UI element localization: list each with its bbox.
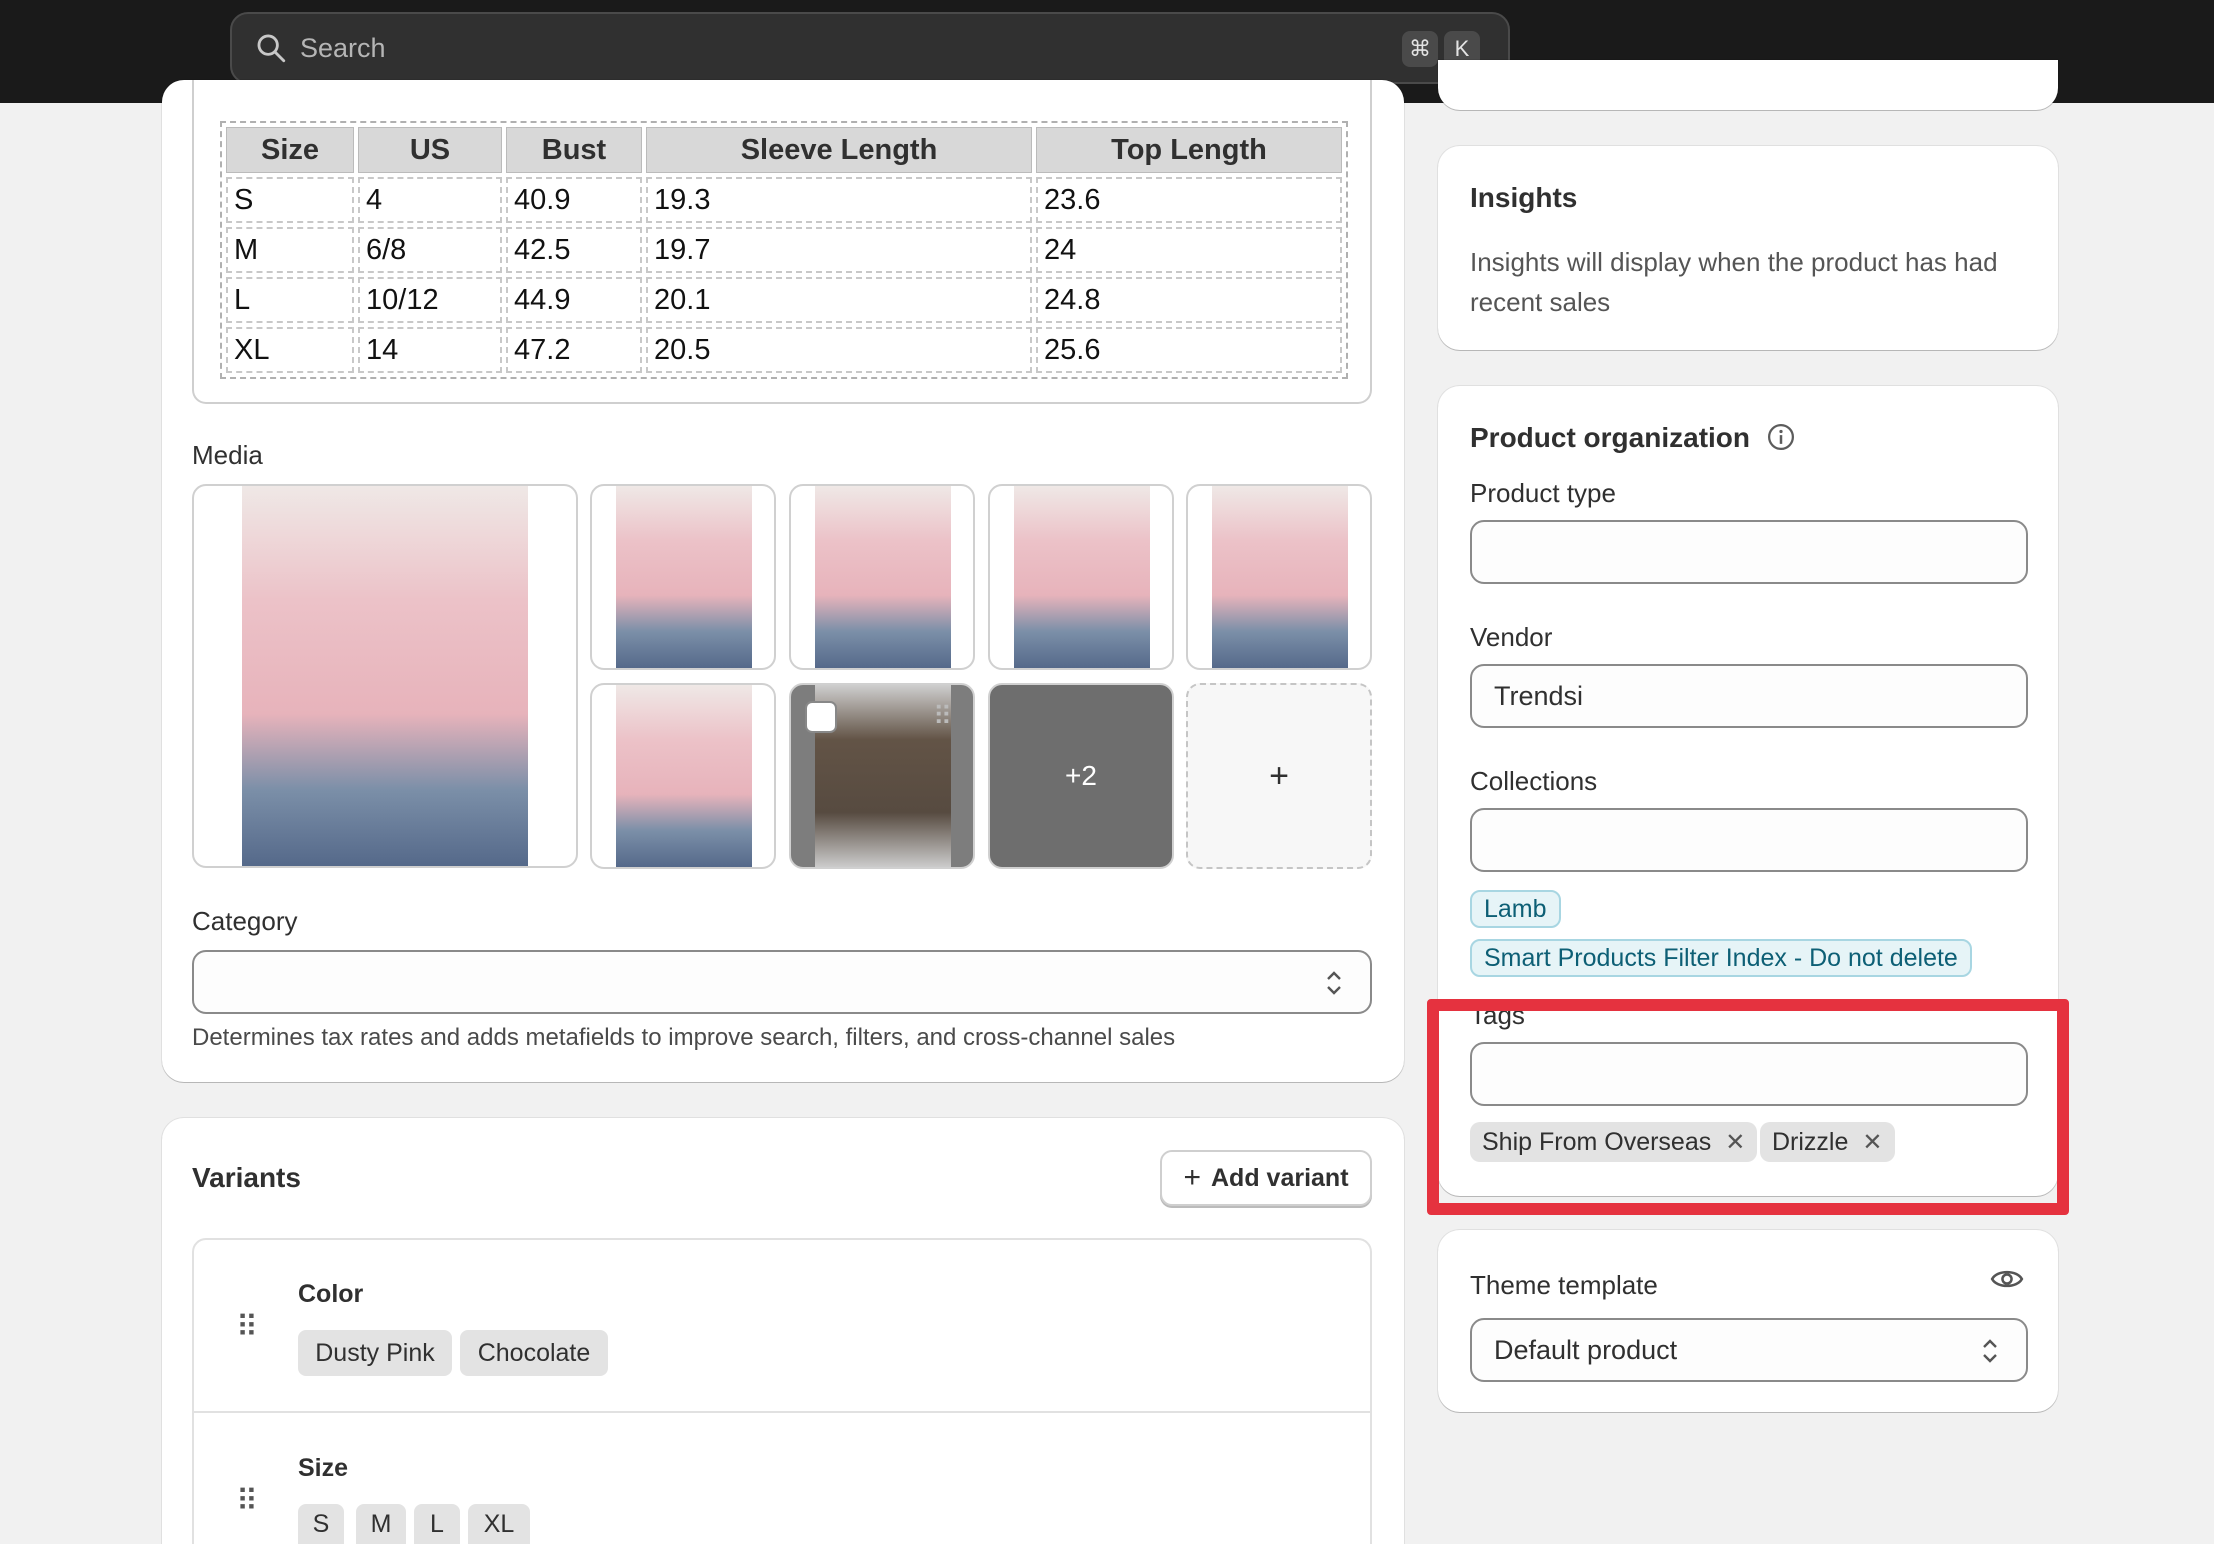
size-chart-cell: 19.7 <box>646 227 1032 273</box>
size-chart-table: Size US Bust Sleeve Length Top Length S … <box>220 121 1348 379</box>
product-photo <box>1014 486 1150 668</box>
search-bar[interactable]: Search ⌘ K <box>230 12 1510 84</box>
option-value-chip: S <box>298 1504 344 1544</box>
size-chart-cell: S <box>226 177 354 223</box>
theme-template-label: Theme template <box>1470 1270 1658 1300</box>
add-media-icon: + <box>1269 756 1289 795</box>
size-chart-cell: 24.8 <box>1036 277 1342 323</box>
size-chart-row: L 10/12 44.9 20.1 24.8 <box>226 277 1342 323</box>
size-chart-header-row: Size US Bust Sleeve Length Top Length <box>226 127 1342 173</box>
size-chart-cell: XL <box>226 327 354 373</box>
search-placeholder: Search <box>300 32 386 63</box>
size-chart-cell: 10/12 <box>358 277 502 323</box>
option-value-chip: XL <box>468 1504 530 1544</box>
option-value-chip: Chocolate <box>460 1330 608 1376</box>
command-key-hint: ⌘ <box>1402 31 1438 67</box>
size-chart-cell: 23.6 <box>1036 177 1342 223</box>
media-main-image[interactable] <box>192 484 578 868</box>
size-chart-cell: 44.9 <box>506 277 642 323</box>
size-chart-cell: 25.6 <box>1036 327 1342 373</box>
category-help-text: Determines tax rates and adds metafields… <box>192 1024 1176 1051</box>
size-chart-header: Sleeve Length <box>646 127 1032 173</box>
option-value-chip: Dusty Pink <box>298 1330 452 1376</box>
insights-title: Insights <box>1470 182 1578 213</box>
collections-input[interactable] <box>1470 808 2028 872</box>
vendor-value: Trendsi <box>1494 680 1584 711</box>
option-name: Color <box>298 1280 364 1308</box>
select-chevron-icon <box>1327 971 1341 995</box>
size-chart-header: US <box>358 127 502 173</box>
select-chevron-icon <box>1983 1339 1997 1363</box>
vendor-input[interactable]: Trendsi <box>1470 664 2028 728</box>
size-chart-cell: 40.9 <box>506 177 642 223</box>
theme-template-value: Default product <box>1494 1334 1678 1365</box>
theme-template-select[interactable]: Default product <box>1470 1318 2028 1382</box>
product-photo <box>815 486 951 668</box>
size-chart-cell: 20.1 <box>646 277 1032 323</box>
size-chart-cell: 14 <box>358 327 502 373</box>
media-more-thumbnail[interactable]: +2 <box>988 683 1174 869</box>
size-chart-header: Size <box>226 127 354 173</box>
status-card <box>1438 60 2058 110</box>
option-name: Size <box>298 1454 349 1482</box>
size-chart-row: XL 14 47.2 20.5 25.6 <box>226 327 1342 373</box>
product-photo <box>616 486 752 668</box>
eye-icon[interactable] <box>1990 1264 2024 1294</box>
size-chart-cell: 6/8 <box>358 227 502 273</box>
media-thumbnail[interactable]: ⠿ <box>789 683 975 869</box>
divider <box>194 1411 1370 1413</box>
insights-body: Insights will display when the product h… <box>1470 247 1998 317</box>
option-value-chip: M <box>356 1504 406 1544</box>
media-thumbnail[interactable] <box>988 484 1174 670</box>
product-photo <box>242 486 528 866</box>
category-select[interactable] <box>192 950 1372 1014</box>
drag-handle-icon[interactable]: ⠿ <box>236 1310 258 1345</box>
media-thumbnail[interactable] <box>590 683 776 869</box>
add-variant-label: Add variant <box>1211 1163 1349 1192</box>
tags-highlight-box <box>1427 999 2069 1215</box>
product-type-label: Product type <box>1470 478 1616 508</box>
drag-handle-icon[interactable]: ⠿ <box>933 701 952 732</box>
drag-handle-icon[interactable]: ⠿ <box>236 1484 258 1519</box>
select-media-checkbox[interactable] <box>805 701 837 733</box>
collection-chip[interactable]: Lamb <box>1470 890 1561 928</box>
category-label: Category <box>192 906 298 936</box>
collection-chip[interactable]: Smart Products Filter Index - Do not del… <box>1470 939 1972 977</box>
media-thumbnail[interactable] <box>789 484 975 670</box>
add-variant-button[interactable]: + Add variant <box>1160 1150 1372 1206</box>
option-value-chip: L <box>414 1504 460 1544</box>
add-media-button[interactable]: + <box>1186 683 1372 869</box>
media-label: Media <box>192 440 263 470</box>
plus-icon: + <box>1183 1161 1201 1194</box>
size-chart-header: Bust <box>506 127 642 173</box>
size-chart-cell: 47.2 <box>506 327 642 373</box>
size-chart-cell: M <box>226 227 354 273</box>
collections-label: Collections <box>1470 766 1598 796</box>
info-icon[interactable] <box>1766 422 1796 452</box>
search-icon <box>257 34 286 63</box>
vendor-label: Vendor <box>1470 622 1553 652</box>
product-organization-title: Product organization <box>1470 422 1750 453</box>
size-chart-cell: 19.3 <box>646 177 1032 223</box>
size-chart-row: S 4 40.9 19.3 23.6 <box>226 177 1342 223</box>
size-chart-header: Top Length <box>1036 127 1342 173</box>
size-chart-cell: 20.5 <box>646 327 1032 373</box>
size-chart-cell: 4 <box>358 177 502 223</box>
product-type-input[interactable] <box>1470 520 2028 584</box>
media-thumbnail[interactable] <box>1186 484 1372 670</box>
size-chart-row: M 6/8 42.5 19.7 24 <box>226 227 1342 273</box>
product-photo <box>1212 486 1348 668</box>
more-media-count: +2 <box>1065 760 1097 791</box>
product-photo <box>616 685 752 867</box>
variants-title: Variants <box>192 1162 301 1193</box>
variant-options-list <box>192 1238 1372 1544</box>
media-thumbnail[interactable] <box>590 484 776 670</box>
size-chart-cell: 24 <box>1036 227 1342 273</box>
size-chart-cell: L <box>226 277 354 323</box>
size-chart-cell: 42.5 <box>506 227 642 273</box>
